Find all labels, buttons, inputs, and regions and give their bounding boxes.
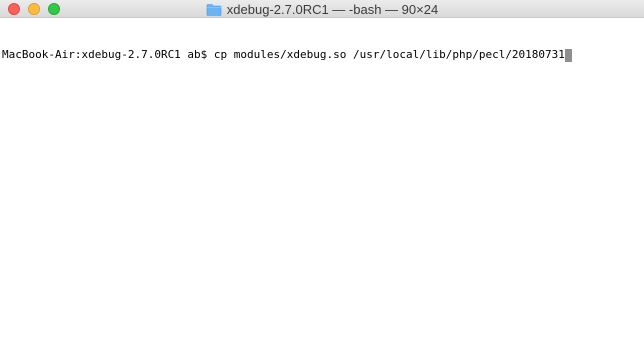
terminal-window: xdebug-2.7.0RC1 — -bash — 90×24 MacBook-… [0, 0, 644, 357]
window-title-area: xdebug-2.7.0RC1 — -bash — 90×24 [0, 0, 644, 18]
title-bar[interactable]: xdebug-2.7.0RC1 — -bash — 90×24 [0, 0, 644, 18]
command-line: MacBook-Air:xdebug-2.7.0RC1 ab$ cp modul… [2, 48, 644, 62]
terminal-content[interactable]: MacBook-Air:xdebug-2.7.0RC1 ab$ cp modul… [0, 19, 644, 357]
text-cursor [564, 48, 572, 62]
window-title: xdebug-2.7.0RC1 — -bash — 90×24 [226, 1, 439, 17]
command-text: cp modules/xdebug.so /usr/local/lib/php/… [213, 48, 565, 61]
shell-prompt: MacBook-Air:xdebug-2.7.0RC1 ab$ [2, 48, 214, 61]
folder-icon [206, 3, 222, 16]
